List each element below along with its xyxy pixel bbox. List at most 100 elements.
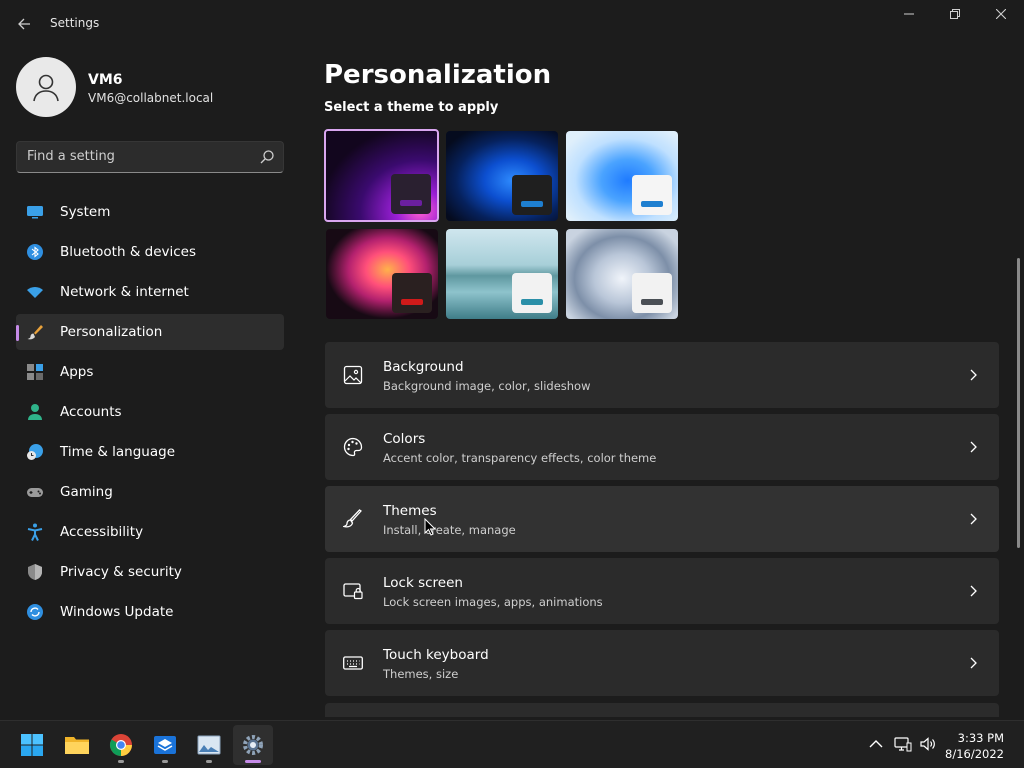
setting-colors[interactable]: Colors Accent color, transparency effect… xyxy=(325,414,999,480)
start-icon xyxy=(21,734,43,756)
theme-swatch xyxy=(401,299,423,305)
setting-title: Touch keyboard xyxy=(383,647,489,663)
chevron-right-icon xyxy=(970,441,977,453)
restore-button[interactable] xyxy=(932,4,978,28)
mouse-cursor-icon xyxy=(424,518,436,536)
restore-icon xyxy=(950,9,960,19)
setting-subtitle: Install, create, manage xyxy=(383,523,516,537)
settings-gear-icon xyxy=(243,735,263,755)
title-bar: Settings xyxy=(0,0,1024,48)
sidebar-item-privacy-security[interactable]: Privacy & security xyxy=(16,554,284,590)
taskbar-chrome[interactable] xyxy=(101,725,141,765)
scrollbar[interactable] xyxy=(1017,258,1020,548)
close-icon xyxy=(995,8,1007,20)
app-title: Settings xyxy=(50,16,100,30)
taskbar: 3:33 PM 8/16/2022 xyxy=(0,720,1024,768)
apps-icon xyxy=(27,364,43,380)
brush-icon xyxy=(343,509,362,528)
minimize-button[interactable] xyxy=(886,4,932,28)
clock-globe-icon xyxy=(27,444,43,460)
search-input[interactable] xyxy=(27,149,247,164)
avatar[interactable] xyxy=(16,57,76,117)
wifi-icon xyxy=(27,287,43,298)
volume-icon[interactable] xyxy=(919,735,937,753)
setting-subtitle: Themes, size xyxy=(383,667,459,681)
taskbar-image-viewer[interactable] xyxy=(189,725,229,765)
taskbar-sandbox[interactable] xyxy=(145,725,185,765)
running-indicator xyxy=(118,760,124,763)
setting-card-partial[interactable] xyxy=(325,703,999,717)
user-email: VM6@collabnet.local xyxy=(88,91,214,105)
image-icon xyxy=(343,365,363,385)
taskbar-settings[interactable] xyxy=(233,725,273,765)
sidebar-item-label: Gaming xyxy=(60,484,113,500)
theme-section-label: Select a theme to apply xyxy=(324,100,499,114)
setting-title: Lock screen xyxy=(383,575,463,591)
accessibility-icon xyxy=(27,523,43,541)
theme-tile-captured-motion[interactable] xyxy=(326,229,438,319)
clock-time: 3:33 PM xyxy=(957,731,1004,745)
setting-subtitle: Accent color, transparency effects, colo… xyxy=(383,451,657,465)
theme-tile-windows-light[interactable] xyxy=(566,131,678,221)
theme-tile-flow[interactable] xyxy=(566,229,678,319)
bluetooth-icon xyxy=(27,244,43,260)
running-indicator xyxy=(162,760,168,763)
sidebar-item-label: Network & internet xyxy=(60,284,189,300)
theme-swatch xyxy=(641,299,663,305)
image-viewer-icon xyxy=(197,735,221,755)
sidebar-item-apps[interactable]: Apps xyxy=(16,354,284,390)
setting-subtitle: Lock screen images, apps, animations xyxy=(383,595,603,609)
taskbar-clock[interactable]: 3:33 PM 8/16/2022 xyxy=(945,730,1004,762)
shield-icon xyxy=(28,564,42,580)
search-icon xyxy=(260,150,274,164)
setting-title: Background xyxy=(383,359,464,375)
setting-title: Themes xyxy=(383,503,437,519)
sidebar-item-label: Apps xyxy=(60,364,94,380)
setting-subtitle: Background image, color, slideshow xyxy=(383,379,591,393)
running-indicator xyxy=(245,760,261,763)
chevron-right-icon xyxy=(970,369,977,381)
sidebar-item-windows-update[interactable]: Windows Update xyxy=(16,594,284,630)
theme-tile-glow[interactable] xyxy=(324,129,439,222)
setting-background[interactable]: Background Background image, color, slid… xyxy=(325,342,999,408)
sidebar-item-time-language[interactable]: Time & language xyxy=(16,434,284,470)
sidebar-item-accessibility[interactable]: Accessibility xyxy=(16,514,284,550)
theme-tile-sunrise[interactable] xyxy=(446,229,558,319)
sidebar-item-label: Privacy & security xyxy=(60,564,182,580)
network-icon[interactable] xyxy=(894,735,912,753)
sidebar-item-gaming[interactable]: Gaming xyxy=(16,474,284,510)
chevron-right-icon xyxy=(970,585,977,597)
search-box[interactable] xyxy=(16,141,284,173)
sidebar-item-personalization[interactable]: Personalization xyxy=(16,314,284,350)
start-button[interactable] xyxy=(12,725,52,765)
theme-tile-windows-dark[interactable] xyxy=(446,131,558,221)
setting-touch-keyboard[interactable]: Touch keyboard Themes, size xyxy=(325,630,999,696)
sidebar-item-label: Accessibility xyxy=(60,524,144,540)
sidebar-item-label: Accounts xyxy=(60,404,122,420)
user-name: VM6 xyxy=(88,72,123,88)
setting-lock-screen[interactable]: Lock screen Lock screen images, apps, an… xyxy=(325,558,999,624)
taskbar-file-explorer[interactable] xyxy=(57,725,97,765)
sidebar-item-label: Windows Update xyxy=(60,604,174,620)
theme-grid xyxy=(324,129,680,321)
gamepad-icon xyxy=(27,488,43,497)
theme-swatch xyxy=(521,201,543,207)
sidebar-item-network[interactable]: Network & internet xyxy=(16,274,284,310)
clock-date: 8/16/2022 xyxy=(945,747,1004,761)
sidebar-item-system[interactable]: System xyxy=(16,194,284,230)
sidebar-item-accounts[interactable]: Accounts xyxy=(16,394,284,430)
person-icon xyxy=(28,404,42,420)
chevron-up-icon[interactable] xyxy=(867,735,885,753)
running-indicator xyxy=(206,760,212,763)
chevron-right-icon xyxy=(970,657,977,669)
back-button[interactable] xyxy=(12,12,36,36)
keyboard-icon xyxy=(343,656,363,670)
sidebar-item-label: Time & language xyxy=(60,444,176,460)
theme-swatch xyxy=(641,201,663,207)
sidebar-item-bluetooth[interactable]: Bluetooth & devices xyxy=(16,234,284,270)
close-button[interactable] xyxy=(978,4,1024,28)
brush-icon xyxy=(27,325,43,340)
file-explorer-icon xyxy=(65,737,89,754)
sidebar-item-label: Bluetooth & devices xyxy=(60,244,197,260)
lock-screen-icon xyxy=(343,583,363,600)
